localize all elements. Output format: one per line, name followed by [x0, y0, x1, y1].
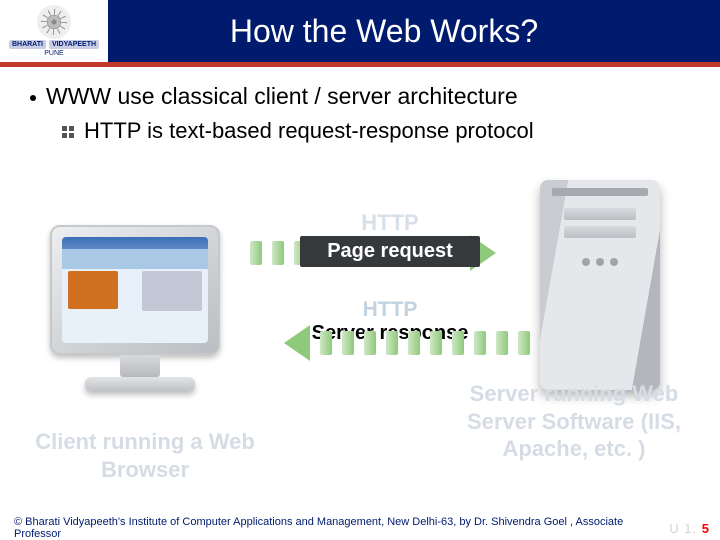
server-tower-icon	[540, 180, 660, 390]
http-label-bottom: HTTP	[250, 298, 530, 322]
footer-page-number: U 1. 5	[669, 521, 710, 536]
page-number: 5	[702, 521, 710, 536]
quad-bullet-icon	[62, 126, 74, 138]
main-bullet-text: WWW use classical client / server archit…	[46, 83, 518, 110]
logo-city: PUNE	[44, 50, 63, 57]
main-bullet: WWW use classical client / server archit…	[26, 83, 694, 110]
client-monitor-icon	[50, 225, 230, 391]
logo-word-right: VIDYAPEETH	[49, 40, 99, 49]
title-bar: BHARATI VIDYAPEETH PUNE How the Web Work…	[0, 0, 720, 62]
server-caption: Server running Web Server Software (IIS,…	[454, 380, 694, 463]
http-label-top: HTTP	[250, 210, 530, 236]
footer: © Bharati Vidyapeeth's Institute of Comp…	[0, 516, 720, 540]
sub-bullet: HTTP is text-based request-response prot…	[62, 118, 694, 144]
bullet-dot-icon	[30, 95, 36, 101]
emblem-icon	[37, 5, 71, 39]
response-arrow-icon	[250, 330, 530, 356]
logo-word-left: BHARATI	[9, 40, 46, 49]
client-caption: Client running a Web Browser	[30, 428, 260, 483]
footer-copyright: © Bharati Vidyapeeth's Institute of Comp…	[14, 516, 669, 540]
page-request-label: Page request	[300, 236, 480, 267]
architecture-diagram: HTTP Page request HTTP Server response C…	[0, 180, 720, 490]
page-prefix: U 1.	[669, 521, 697, 536]
sub-bullet-text: HTTP is text-based request-response prot…	[84, 118, 534, 144]
institution-logo: BHARATI VIDYAPEETH PUNE	[0, 0, 108, 62]
content-area: WWW use classical client / server archit…	[0, 67, 720, 144]
slide-title: How the Web Works?	[108, 13, 720, 50]
